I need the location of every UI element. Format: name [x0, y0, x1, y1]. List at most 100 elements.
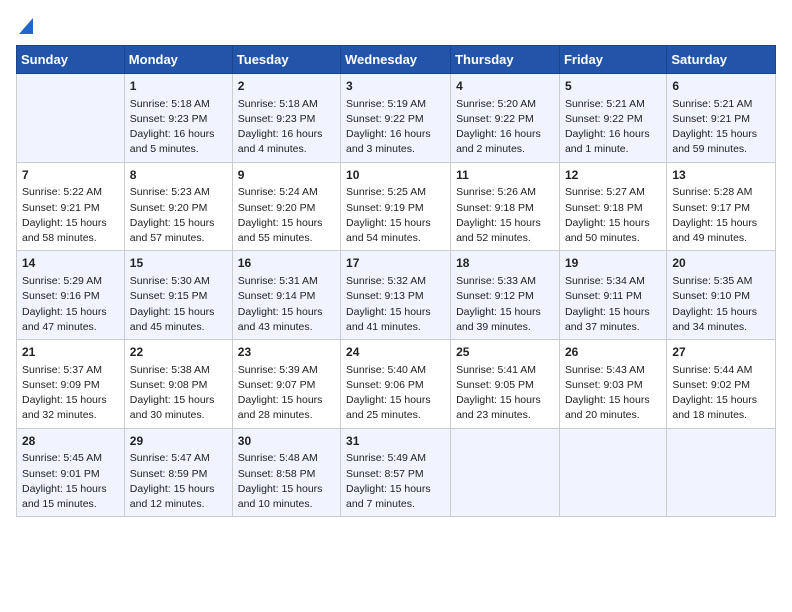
day-info: Sunrise: 5:30 AM Sunset: 9:15 PM Dayligh… — [130, 274, 227, 335]
day-info: Sunrise: 5:40 AM Sunset: 9:06 PM Dayligh… — [346, 363, 445, 424]
day-number: 31 — [346, 433, 445, 450]
day-number: 9 — [238, 167, 335, 184]
header-wednesday: Wednesday — [341, 46, 451, 74]
day-number: 3 — [346, 78, 445, 95]
calendar-cell: 25 Sunrise: 5:41 AM Sunset: 9:05 PM Dayli… — [451, 340, 560, 429]
day-info: Sunrise: 5:22 AM Sunset: 9:21 PM Dayligh… — [22, 185, 119, 246]
day-info: Sunrise: 5:19 AM Sunset: 9:22 PM Dayligh… — [346, 97, 445, 158]
day-number: 17 — [346, 255, 445, 272]
calendar-week-row: 28Sunrise: 5:45 AM Sunset: 9:01 PM Dayli… — [17, 428, 776, 517]
day-info: Sunrise: 5:48 AM Sunset: 8:58 PM Dayligh… — [238, 451, 335, 512]
day-number: 16 — [238, 255, 335, 272]
day-info: Sunrise: 5:41 AM Sunset: 9:05 PM Dayligh… — [456, 363, 554, 424]
day-info: Sunrise: 5:49 AM Sunset: 8:57 PM Dayligh… — [346, 451, 445, 512]
calendar-cell: 8Sunrise: 5:23 AM Sunset: 9:20 PM Daylig… — [124, 162, 232, 251]
day-info: Sunrise: 5:29 AM Sunset: 9:16 PM Dayligh… — [22, 274, 119, 335]
calendar-cell: 30Sunrise: 5:48 AM Sunset: 8:58 PM Dayli… — [232, 428, 340, 517]
day-number: 20 — [672, 255, 770, 272]
day-info: Sunrise: 5:38 AM Sunset: 9:08 PM Dayligh… — [130, 363, 227, 424]
calendar-week-row: 14 Sunrise: 5:29 AM Sunset: 9:16 PM Dayli… — [17, 251, 776, 340]
day-info: Sunrise: 5:20 AM Sunset: 9:22 PM Dayligh… — [456, 97, 554, 158]
header-sunday: Sunday — [17, 46, 125, 74]
calendar-cell: 31Sunrise: 5:49 AM Sunset: 8:57 PM Dayli… — [341, 428, 451, 517]
calendar-week-row: 21 Sunrise: 5:37 AM Sunset: 9:09 PM Dayli… — [17, 340, 776, 429]
calendar-cell — [667, 428, 776, 517]
day-info: Sunrise: 5:44 AM Sunset: 9:02 PM Dayligh… — [672, 363, 770, 424]
day-info: Sunrise: 5:33 AM Sunset: 9:12 PM Dayligh… — [456, 274, 554, 335]
calendar-cell: 17 Sunrise: 5:32 AM Sunset: 9:13 PM Dayli… — [341, 251, 451, 340]
day-info: Sunrise: 5:32 AM Sunset: 9:13 PM Dayligh… — [346, 274, 445, 335]
calendar-cell: 6Sunrise: 5:21 AM Sunset: 9:21 PM Daylig… — [667, 74, 776, 163]
calendar-cell: 20 Sunrise: 5:35 AM Sunset: 9:10 PM Dayli… — [667, 251, 776, 340]
calendar-cell: 21 Sunrise: 5:37 AM Sunset: 9:09 PM Dayli… — [17, 340, 125, 429]
calendar-cell: 3 Sunrise: 5:19 AM Sunset: 9:22 PM Daylig… — [341, 74, 451, 163]
day-number: 24 — [346, 344, 445, 361]
calendar-cell: 9Sunrise: 5:24 AM Sunset: 9:20 PM Daylig… — [232, 162, 340, 251]
calendar-cell: 23Sunrise: 5:39 AM Sunset: 9:07 PM Dayli… — [232, 340, 340, 429]
day-info: Sunrise: 5:18 AM Sunset: 9:23 PM Dayligh… — [238, 97, 335, 158]
day-number: 30 — [238, 433, 335, 450]
day-info: Sunrise: 5:43 AM Sunset: 9:03 PM Dayligh… — [565, 363, 661, 424]
calendar-cell: 4Sunrise: 5:20 AM Sunset: 9:22 PM Daylig… — [451, 74, 560, 163]
day-number: 11 — [456, 167, 554, 184]
calendar-cell: 1 Sunrise: 5:18 AM Sunset: 9:23 PM Daylig… — [124, 74, 232, 163]
day-number: 27 — [672, 344, 770, 361]
day-number: 13 — [672, 167, 770, 184]
day-number: 1 — [130, 78, 227, 95]
calendar-cell: 13Sunrise: 5:28 AM Sunset: 9:17 PM Dayli… — [667, 162, 776, 251]
day-number: 7 — [22, 167, 119, 184]
day-info: Sunrise: 5:31 AM Sunset: 9:14 PM Dayligh… — [238, 274, 335, 335]
calendar-cell — [17, 74, 125, 163]
day-info: Sunrise: 5:27 AM Sunset: 9:18 PM Dayligh… — [565, 185, 661, 246]
day-number: 25 — [456, 344, 554, 361]
day-number: 26 — [565, 344, 661, 361]
calendar-cell: 7Sunrise: 5:22 AM Sunset: 9:21 PM Daylig… — [17, 162, 125, 251]
calendar-cell: 19 Sunrise: 5:34 AM Sunset: 9:11 PM Dayli… — [559, 251, 666, 340]
calendar-cell: 11Sunrise: 5:26 AM Sunset: 9:18 PM Dayli… — [451, 162, 560, 251]
header-thursday: Thursday — [451, 46, 560, 74]
day-number: 28 — [22, 433, 119, 450]
calendar-cell: 14 Sunrise: 5:29 AM Sunset: 9:16 PM Dayli… — [17, 251, 125, 340]
header — [16, 16, 776, 39]
day-number: 15 — [130, 255, 227, 272]
calendar-cell: 12Sunrise: 5:27 AM Sunset: 9:18 PM Dayli… — [559, 162, 666, 251]
day-info: Sunrise: 5:24 AM Sunset: 9:20 PM Dayligh… — [238, 185, 335, 246]
day-number: 5 — [565, 78, 661, 95]
day-info: Sunrise: 5:28 AM Sunset: 9:17 PM Dayligh… — [672, 185, 770, 246]
day-info: Sunrise: 5:37 AM Sunset: 9:09 PM Dayligh… — [22, 363, 119, 424]
day-info: Sunrise: 5:18 AM Sunset: 9:23 PM Dayligh… — [130, 97, 227, 158]
day-number: 29 — [130, 433, 227, 450]
header-friday: Friday — [559, 46, 666, 74]
day-info: Sunrise: 5:26 AM Sunset: 9:18 PM Dayligh… — [456, 185, 554, 246]
calendar-cell: 18 Sunrise: 5:33 AM Sunset: 9:12 PM Dayli… — [451, 251, 560, 340]
calendar-cell: 28Sunrise: 5:45 AM Sunset: 9:01 PM Dayli… — [17, 428, 125, 517]
day-number: 14 — [22, 255, 119, 272]
day-info: Sunrise: 5:21 AM Sunset: 9:21 PM Dayligh… — [672, 97, 770, 158]
day-info: Sunrise: 5:39 AM Sunset: 9:07 PM Dayligh… — [238, 363, 335, 424]
calendar-cell: 2 Sunrise: 5:18 AM Sunset: 9:23 PM Daylig… — [232, 74, 340, 163]
calendar-cell: 10Sunrise: 5:25 AM Sunset: 9:19 PM Dayli… — [341, 162, 451, 251]
day-info: Sunrise: 5:23 AM Sunset: 9:20 PM Dayligh… — [130, 185, 227, 246]
calendar-cell — [451, 428, 560, 517]
calendar-week-row: 1 Sunrise: 5:18 AM Sunset: 9:23 PM Daylig… — [17, 74, 776, 163]
calendar-cell — [559, 428, 666, 517]
calendar-cell: 27 Sunrise: 5:44 AM Sunset: 9:02 PM Dayli… — [667, 340, 776, 429]
calendar-cell: 24 Sunrise: 5:40 AM Sunset: 9:06 PM Dayli… — [341, 340, 451, 429]
calendar-cell: 26 Sunrise: 5:43 AM Sunset: 9:03 PM Dayli… — [559, 340, 666, 429]
day-info: Sunrise: 5:34 AM Sunset: 9:11 PM Dayligh… — [565, 274, 661, 335]
day-number: 12 — [565, 167, 661, 184]
logo — [16, 16, 33, 39]
calendar-cell: 5Sunrise: 5:21 AM Sunset: 9:22 PM Daylig… — [559, 74, 666, 163]
day-number: 21 — [22, 344, 119, 361]
calendar-week-row: 7Sunrise: 5:22 AM Sunset: 9:21 PM Daylig… — [17, 162, 776, 251]
day-info: Sunrise: 5:35 AM Sunset: 9:10 PM Dayligh… — [672, 274, 770, 335]
day-number: 19 — [565, 255, 661, 272]
day-info: Sunrise: 5:45 AM Sunset: 9:01 PM Dayligh… — [22, 451, 119, 512]
calendar-cell: 22Sunrise: 5:38 AM Sunset: 9:08 PM Dayli… — [124, 340, 232, 429]
calendar-table: SundayMondayTuesdayWednesdayThursdayFrid… — [16, 45, 776, 517]
header-saturday: Saturday — [667, 46, 776, 74]
day-number: 2 — [238, 78, 335, 95]
day-number: 18 — [456, 255, 554, 272]
header-monday: Monday — [124, 46, 232, 74]
calendar-cell: 16 Sunrise: 5:31 AM Sunset: 9:14 PM Dayli… — [232, 251, 340, 340]
